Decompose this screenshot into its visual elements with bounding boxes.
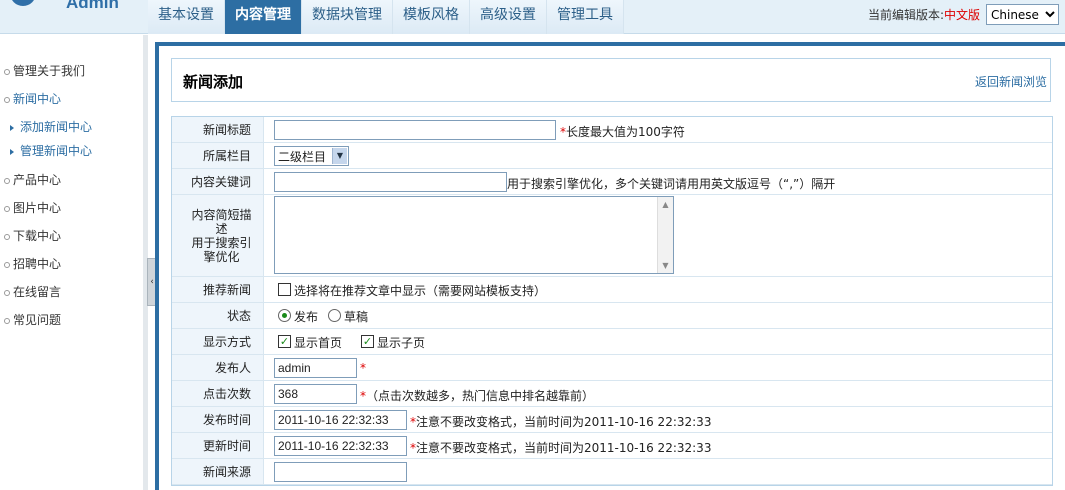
- bullet-icon: [4, 177, 10, 184]
- current-language: 中文版: [943, 8, 980, 22]
- publish-time-input[interactable]: 2011-10-16 22:32:33: [274, 410, 407, 430]
- hits-input[interactable]: 368: [274, 384, 357, 404]
- update-time-note: *注意不要改变格式，当前时间为2011-10-16 22:32:33: [410, 441, 712, 455]
- sidebar-subitem-manage-news[interactable]: 管理新闻中心: [10, 142, 92, 159]
- keywords-label: 内容关键词: [172, 169, 264, 194]
- top-header: Admin 基本设置 内容管理 数据块管理 模板风格 高级设置 管理工具 当前编…: [0, 0, 1065, 34]
- form-row-keywords: 内容关键词 用于搜索引擎优化，多个关键词请用用英文版逗号（“,”）隔开: [172, 169, 1052, 195]
- keywords-input[interactable]: [274, 172, 507, 192]
- logo-text: Admin: [66, 0, 119, 12]
- scroll-down-icon[interactable]: ▼: [660, 260, 671, 271]
- sidebar: 管理关于我们 新闻中心 添加新闻中心 管理新闻中心 产品中心 图片中心 下载中心…: [0, 35, 143, 490]
- bullet-icon: [4, 205, 10, 212]
- sidebar-item-jobs[interactable]: 招聘中心: [4, 255, 61, 272]
- update-time-label: 更新时间: [172, 433, 264, 458]
- tab-template-style[interactable]: 模板风格: [393, 0, 470, 34]
- bullet-icon: [4, 68, 10, 75]
- page-title: 新闻添加: [183, 73, 244, 91]
- form-row-summary: 内容简短描述 用于搜索引擎优化 ▲ ▼: [172, 195, 1052, 277]
- form-row-publish-time: 发布时间 2011-10-16 22:32:33 *注意不要改变格式，当前时间为…: [172, 407, 1052, 433]
- column-select[interactable]: 二级栏目 ▼: [274, 146, 349, 166]
- language-label: 当前编辑版本:: [867, 8, 944, 22]
- title-label: 新闻标题: [172, 117, 264, 142]
- publish-time-note: *注意不要改变格式，当前时间为2011-10-16 22:32:33: [410, 415, 712, 429]
- source-label: 新闻来源: [172, 459, 264, 484]
- textarea-scrollbar[interactable]: ▲ ▼: [657, 197, 673, 273]
- hits-label: 点击次数: [172, 381, 264, 406]
- news-add-form: 新闻标题 *长度最大值为100字符 所属栏目 二级栏目 ▼ 内容关键词 用于搜索…: [171, 116, 1053, 486]
- tab-advanced-settings[interactable]: 高级设置: [470, 0, 547, 34]
- display-home-label: 显示首页: [294, 336, 343, 350]
- column-label: 所属栏目: [172, 143, 264, 168]
- language-select[interactable]: Chinese: [986, 4, 1059, 25]
- form-row-source: 新闻来源: [172, 459, 1052, 485]
- author-label: 发布人: [172, 355, 264, 380]
- hits-note: *（点击次数越多，热门信息中排名越靠前）: [360, 389, 595, 403]
- status-label: 状态: [172, 303, 264, 328]
- bullet-icon: [4, 96, 10, 103]
- tab-management-tools[interactable]: 管理工具: [547, 0, 624, 34]
- form-row-recommend: 推荐新闻 选择将在推荐文章中显示（需要网站模板支持）: [172, 277, 1052, 303]
- form-row-title: 新闻标题 *长度最大值为100字符: [172, 117, 1052, 143]
- sidebar-item-news[interactable]: 新闻中心: [4, 90, 61, 107]
- back-to-news-list-link[interactable]: 返回新闻浏览: [975, 73, 1047, 90]
- bullet-icon: [4, 289, 10, 296]
- main-nav: 基本设置 内容管理 数据块管理 模板风格 高级设置 管理工具: [148, 0, 624, 34]
- language-switcher: 当前编辑版本: 中文版 Chinese: [868, 4, 1059, 25]
- sidebar-item-messages[interactable]: 在线留言: [4, 283, 61, 300]
- form-row-display: 显示方式 ✓ 显示首页 ✓ 显示子页: [172, 329, 1052, 355]
- recommend-label: 推荐新闻: [172, 277, 264, 302]
- author-required-mark: *: [360, 361, 366, 375]
- status-publish-radio[interactable]: [278, 309, 291, 322]
- form-row-hits: 点击次数 368 *（点击次数越多，热门信息中排名越靠前）: [172, 381, 1052, 407]
- chevron-down-icon: ▼: [332, 148, 347, 164]
- status-draft-label: 草稿: [344, 310, 369, 324]
- display-subpage-label: 显示子页: [377, 336, 426, 350]
- sidebar-item-products[interactable]: 产品中心: [4, 171, 61, 188]
- sidebar-subitem-add-news[interactable]: 添加新闻中心: [10, 118, 92, 135]
- tab-content-management[interactable]: 内容管理: [225, 0, 302, 34]
- keywords-note: 用于搜索引擎优化，多个关键词请用用英文版逗号（“,”）隔开: [507, 177, 836, 191]
- author-input[interactable]: admin: [274, 358, 357, 378]
- tab-data-block-management[interactable]: 数据块管理: [302, 0, 393, 34]
- summary-textarea[interactable]: ▲ ▼: [274, 196, 674, 274]
- tab-basic-settings[interactable]: 基本设置: [148, 0, 225, 34]
- form-row-update-time: 更新时间 2011-10-16 22:32:33 *注意不要改变格式，当前时间为…: [172, 433, 1052, 459]
- display-home-checkbox[interactable]: ✓: [278, 335, 291, 348]
- summary-label: 内容简短描述 用于搜索引擎优化: [172, 195, 264, 276]
- sidebar-item-faq[interactable]: 常见问题: [4, 311, 61, 328]
- form-row-status: 状态 发布 草稿: [172, 303, 1052, 329]
- scroll-up-icon[interactable]: ▲: [660, 199, 671, 210]
- sidebar-item-downloads[interactable]: 下载中心: [4, 227, 61, 244]
- sidebar-item-images[interactable]: 图片中心: [4, 199, 61, 216]
- logo: Admin: [0, 0, 145, 34]
- arrow-right-icon: [10, 124, 14, 131]
- main-content: 新闻添加 返回新闻浏览 新闻标题 *长度最大值为100字符 所属栏目 二级栏目 …: [155, 42, 1065, 490]
- recommend-text: 选择将在推荐文章中显示（需要网站模板支持）: [294, 284, 547, 298]
- source-input[interactable]: [274, 462, 407, 482]
- form-row-column: 所属栏目 二级栏目 ▼: [172, 143, 1052, 169]
- logo-mark: [10, 0, 36, 6]
- title-note: *长度最大值为100字符: [560, 125, 685, 139]
- update-time-input[interactable]: 2011-10-16 22:32:33: [274, 436, 407, 456]
- bullet-icon: [4, 261, 10, 268]
- title-panel: 新闻添加 返回新闻浏览: [171, 58, 1051, 102]
- display-label: 显示方式: [172, 329, 264, 354]
- recommend-checkbox[interactable]: [278, 283, 291, 296]
- title-input[interactable]: [274, 120, 556, 140]
- arrow-right-icon: [10, 148, 14, 155]
- form-row-author: 发布人 admin *: [172, 355, 1052, 381]
- status-publish-label: 发布: [294, 310, 319, 324]
- status-draft-radio[interactable]: [328, 309, 341, 322]
- bullet-icon: [4, 233, 10, 240]
- display-subpage-checkbox[interactable]: ✓: [361, 335, 374, 348]
- bullet-icon: [4, 317, 10, 324]
- sidebar-item-about[interactable]: 管理关于我们: [4, 62, 85, 79]
- publish-time-label: 发布时间: [172, 407, 264, 432]
